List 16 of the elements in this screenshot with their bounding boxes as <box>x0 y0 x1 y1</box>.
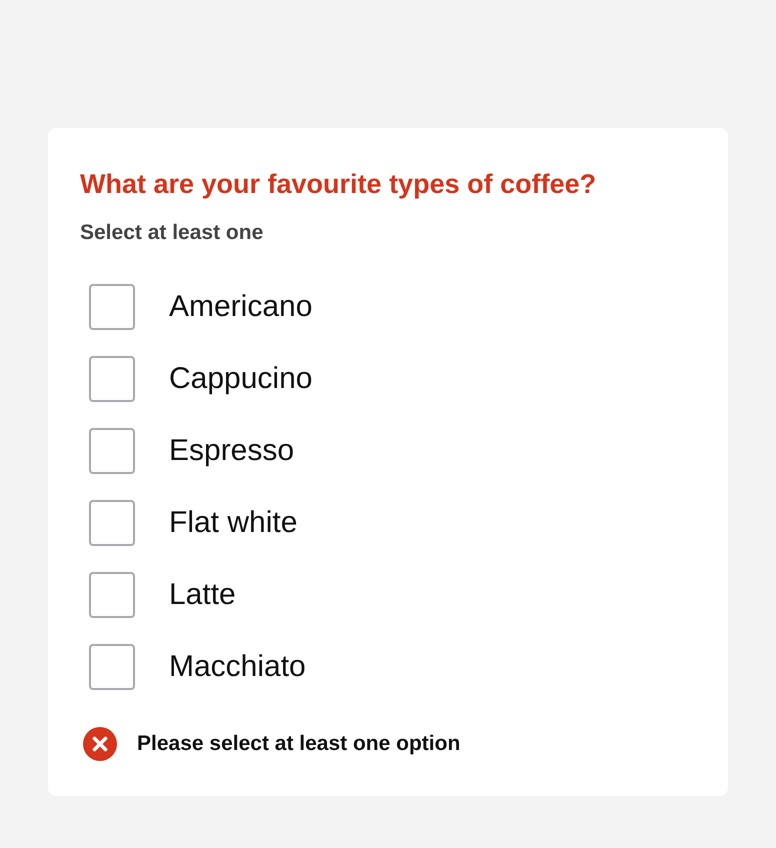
checkbox[interactable] <box>89 284 135 330</box>
checkbox[interactable] <box>89 644 135 690</box>
error-icon <box>83 727 117 761</box>
option-label[interactable]: Cappucino <box>169 361 312 397</box>
checkbox[interactable] <box>89 500 135 546</box>
option-label[interactable]: Macchiato <box>169 649 306 685</box>
checkbox[interactable] <box>89 356 135 402</box>
question-hint: Select at least one <box>80 220 264 246</box>
option-label[interactable]: Americano <box>169 289 312 325</box>
option-label[interactable]: Latte <box>169 577 236 613</box>
option-label[interactable]: Flat white <box>169 505 298 541</box>
checkbox[interactable] <box>89 572 135 618</box>
option-label[interactable]: Espresso <box>169 433 294 469</box>
error-message: Please select at least one option <box>137 731 460 757</box>
question-title: What are your favourite types of coffee? <box>80 168 596 201</box>
checkbox[interactable] <box>89 428 135 474</box>
